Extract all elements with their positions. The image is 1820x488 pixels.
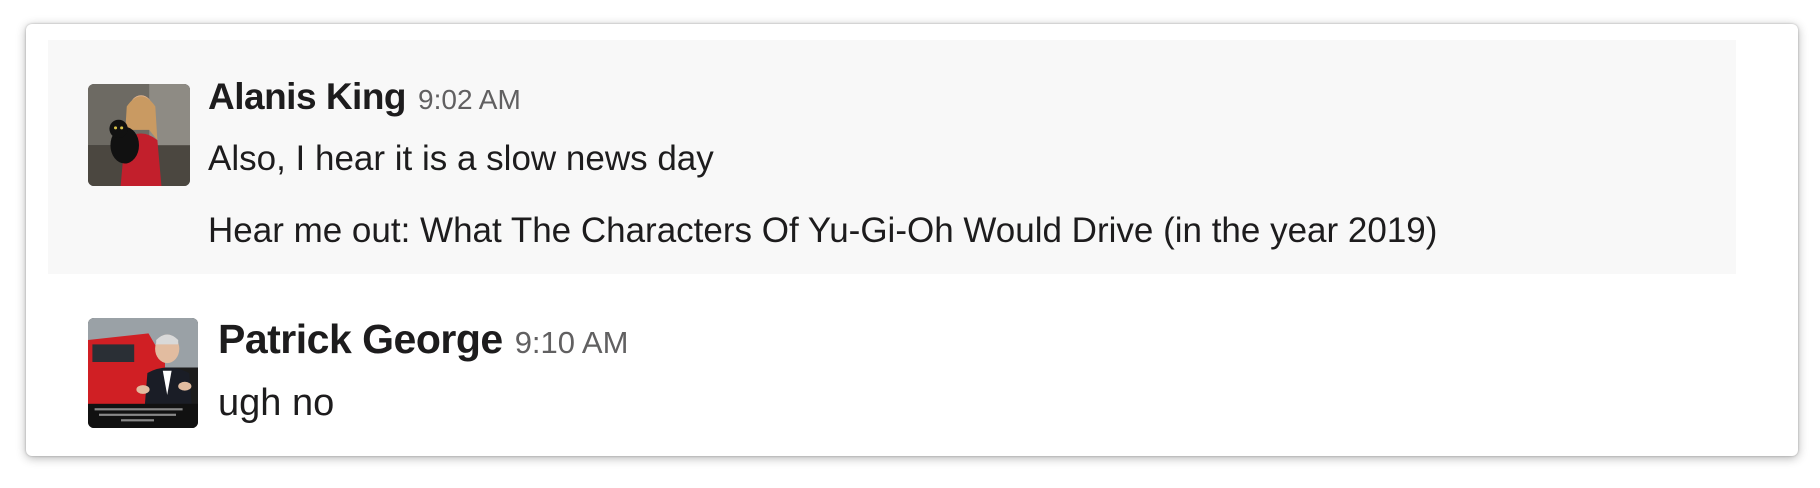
message-timestamp[interactable]: 9:10 AM [515,325,629,361]
avatar[interactable] [88,84,190,186]
message-content: Patrick George 9:10 AM ugh no [218,316,628,427]
message-header: Alanis King 9:02 AM [208,76,1437,118]
message-panel: Alanis King 9:02 AM Also, I hear it is a… [26,24,1798,456]
message-item[interactable]: Patrick George 9:10 AM ugh no [48,292,1736,438]
sender-name[interactable]: Patrick George [218,316,503,363]
avatar[interactable] [88,318,198,428]
message-text: Hear me out: What The Characters Of Yu-G… [208,211,1438,250]
message-text: ugh no [218,382,335,424]
message-item[interactable]: Alanis King 9:02 AM Also, I hear it is a… [48,40,1736,274]
sender-name[interactable]: Alanis King [208,76,407,118]
message-text: Also, I hear it is a slow news day [208,139,714,178]
message-content: Alanis King 9:02 AM Also, I hear it is a… [208,76,1437,252]
message-timestamp[interactable]: 9:02 AM [418,84,521,116]
message-header: Patrick George 9:10 AM [218,316,628,363]
